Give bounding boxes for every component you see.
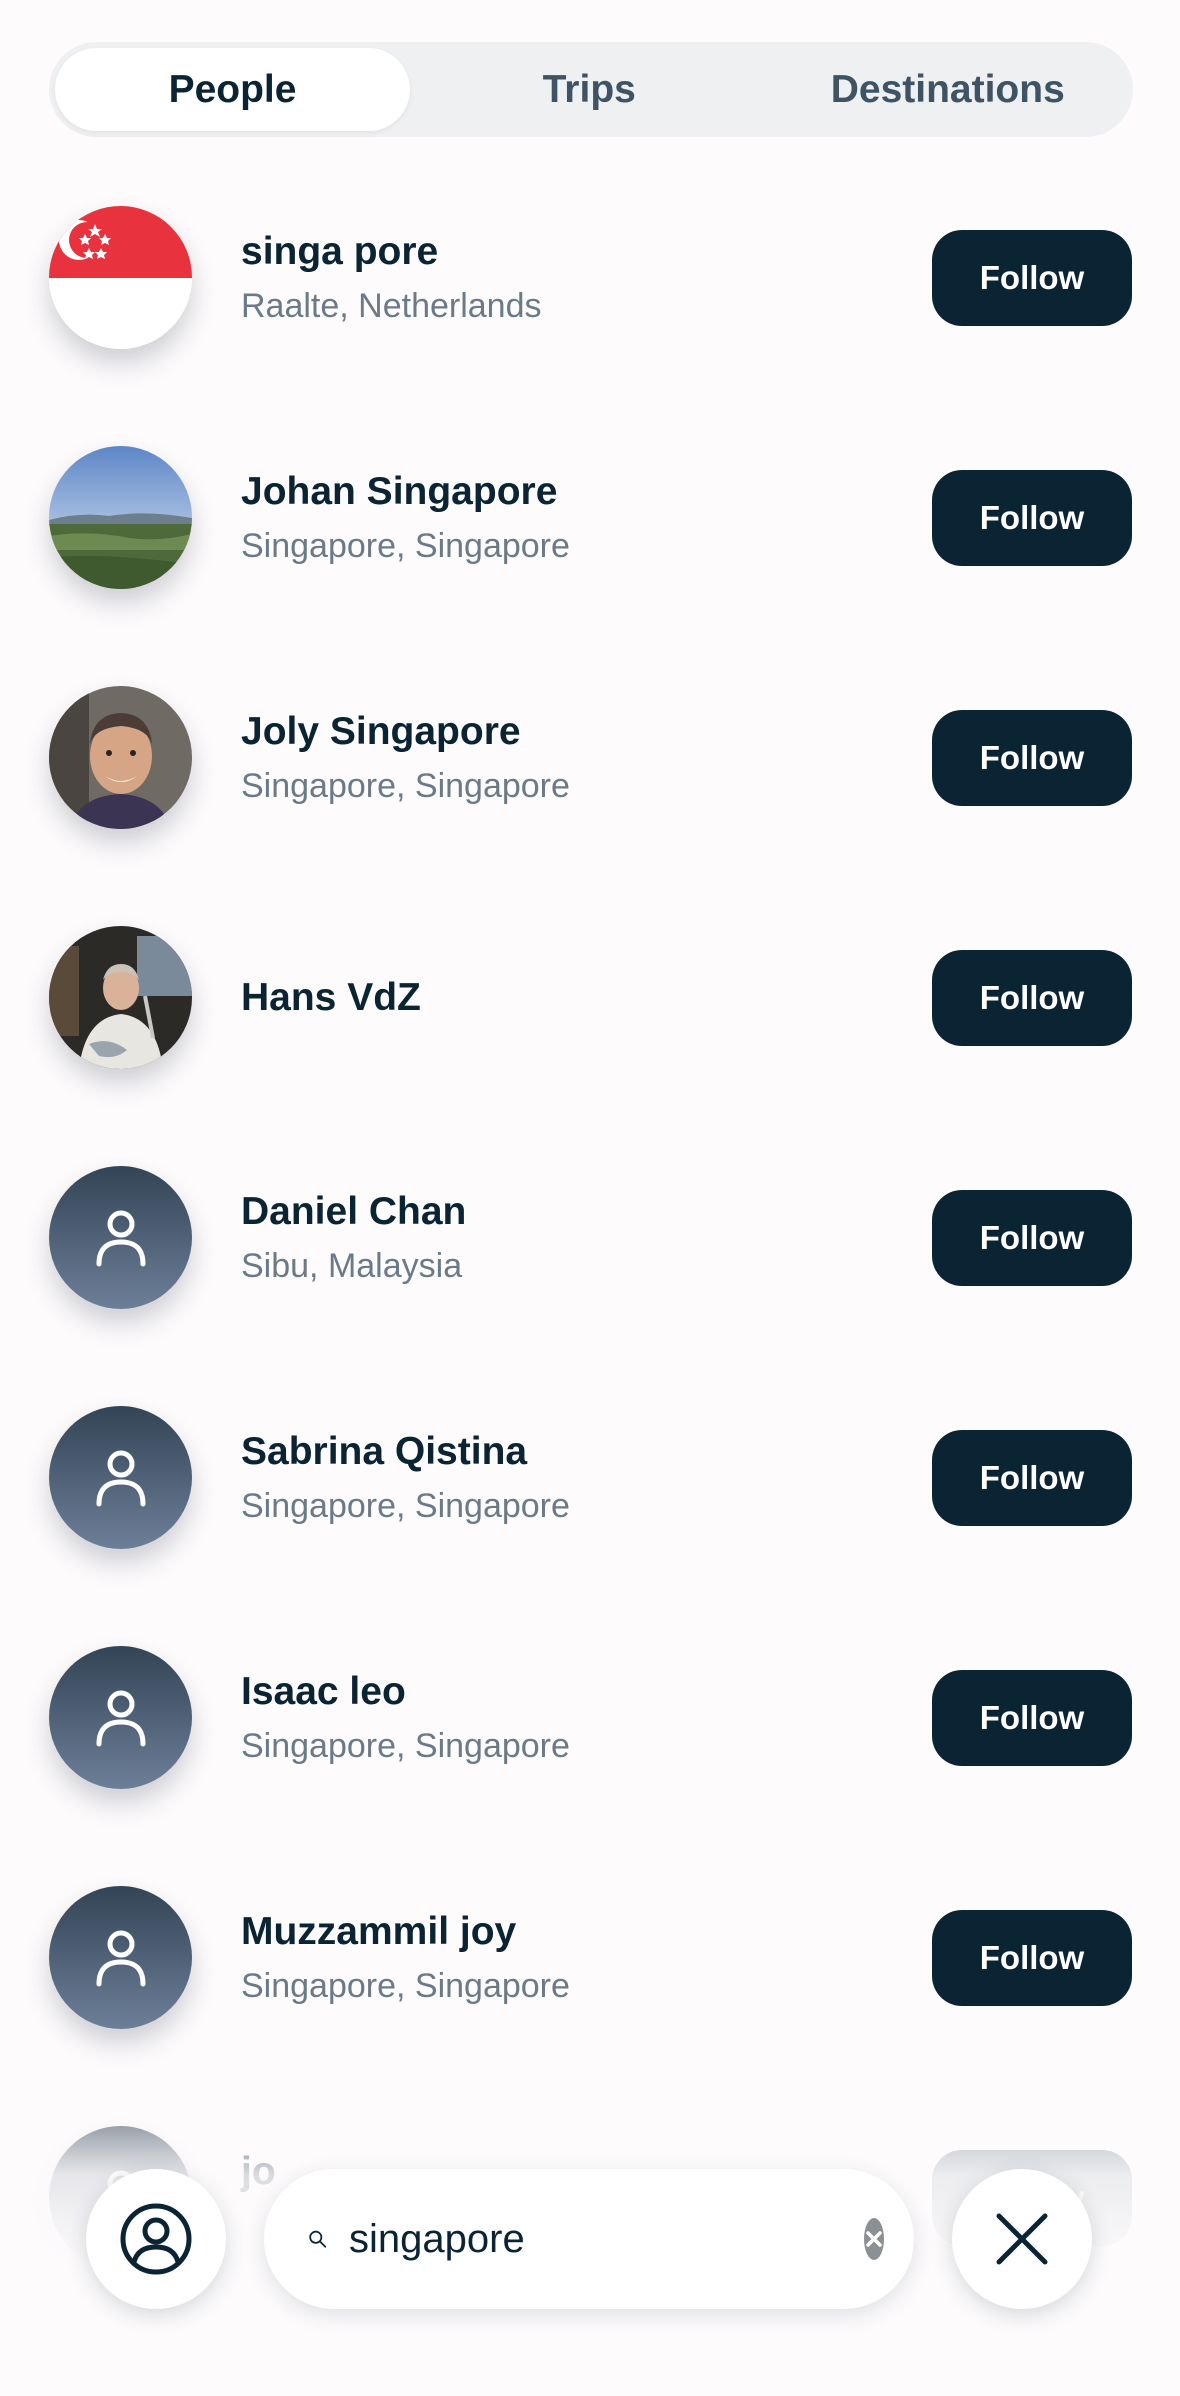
follow-button[interactable]: Follow bbox=[932, 710, 1132, 806]
person-name[interactable]: Sabrina Qistina bbox=[241, 1430, 527, 1474]
clear-search-button[interactable] bbox=[864, 2218, 884, 2260]
avatar[interactable] bbox=[49, 686, 192, 829]
default-user-icon bbox=[96, 1450, 145, 1506]
follow-button[interactable]: Follow bbox=[932, 1670, 1132, 1766]
avatar[interactable] bbox=[49, 926, 192, 1069]
tab-bar: People Trips Destinations bbox=[49, 42, 1133, 137]
follow-button[interactable]: Follow bbox=[932, 1430, 1132, 1526]
follow-button[interactable]: Follow bbox=[932, 470, 1132, 566]
person-name[interactable]: jo bbox=[241, 2150, 276, 2194]
tab-trips[interactable]: Trips bbox=[410, 48, 769, 131]
avatar[interactable] bbox=[49, 1886, 192, 2029]
person-name[interactable]: Daniel Chan bbox=[241, 1190, 466, 1234]
list-item[interactable]: Johan Singapore Singapore, Singapore Fol… bbox=[0, 440, 1180, 680]
user-circle-icon bbox=[120, 2203, 192, 2275]
follow-button[interactable]: Follow bbox=[932, 1910, 1132, 2006]
follow-button[interactable]: Follow bbox=[932, 230, 1132, 326]
person-location: Singapore, Singapore bbox=[241, 1967, 570, 2005]
tab-destinations[interactable]: Destinations bbox=[769, 48, 1128, 131]
list-item[interactable]: Isaac leo Singapore, Singapore Follow bbox=[0, 1640, 1180, 1880]
person-name[interactable]: Hans VdZ bbox=[241, 976, 421, 1020]
person-location: Sibu, Malaysia bbox=[241, 1247, 463, 1285]
person-location: Singapore, Singapore bbox=[241, 527, 570, 565]
avatar[interactable] bbox=[49, 1166, 192, 1309]
search-input[interactable] bbox=[349, 2216, 864, 2262]
close-search-button[interactable] bbox=[952, 2169, 1092, 2309]
person-name[interactable]: Joly Singapore bbox=[241, 710, 521, 754]
person-name[interactable]: Isaac leo bbox=[241, 1670, 406, 1714]
list-item[interactable]: Hans VdZ Follow bbox=[0, 920, 1180, 1160]
person-name[interactable]: singa pore bbox=[241, 230, 438, 274]
search-icon bbox=[309, 2230, 327, 2248]
person-location: Singapore, Singapore bbox=[241, 1487, 570, 1525]
search-results-screen: People Trips Destinations singa pore Raa… bbox=[0, 0, 1180, 2396]
list-item[interactable]: Sabrina Qistina Singapore, Singapore Fol… bbox=[0, 1400, 1180, 1640]
follow-button[interactable]: Follow bbox=[932, 1190, 1132, 1286]
people-list: singa pore Raalte, Netherlands Follow Jo… bbox=[0, 200, 1180, 2360]
list-item[interactable]: singa pore Raalte, Netherlands Follow bbox=[0, 200, 1180, 440]
default-user-icon bbox=[96, 1930, 145, 1986]
list-item[interactable]: Muzzammil joy Singapore, Singapore Follo… bbox=[0, 1880, 1180, 2120]
default-user-icon bbox=[96, 1210, 145, 1266]
avatar[interactable] bbox=[49, 446, 192, 589]
person-location: Singapore, Singapore bbox=[241, 767, 570, 805]
search-bar bbox=[264, 2169, 914, 2309]
tab-people[interactable]: People bbox=[55, 48, 410, 131]
close-icon bbox=[996, 2213, 1048, 2265]
profile-button[interactable] bbox=[86, 2169, 226, 2309]
list-item[interactable]: Daniel Chan Sibu, Malaysia Follow bbox=[0, 1160, 1180, 1400]
avatar[interactable] bbox=[49, 206, 192, 349]
person-location: Raalte, Netherlands bbox=[241, 287, 542, 325]
person-name[interactable]: Johan Singapore bbox=[241, 470, 557, 514]
default-user-icon bbox=[96, 1690, 145, 1746]
person-location: Singapore, Singapore bbox=[241, 1727, 570, 1765]
person-name[interactable]: Muzzammil joy bbox=[241, 1910, 516, 1954]
follow-button[interactable]: Follow bbox=[932, 950, 1132, 1046]
clear-icon bbox=[866, 2231, 882, 2247]
list-item[interactable]: Joly Singapore Singapore, Singapore Foll… bbox=[0, 680, 1180, 920]
avatar[interactable] bbox=[49, 1406, 192, 1549]
avatar[interactable] bbox=[49, 1646, 192, 1789]
